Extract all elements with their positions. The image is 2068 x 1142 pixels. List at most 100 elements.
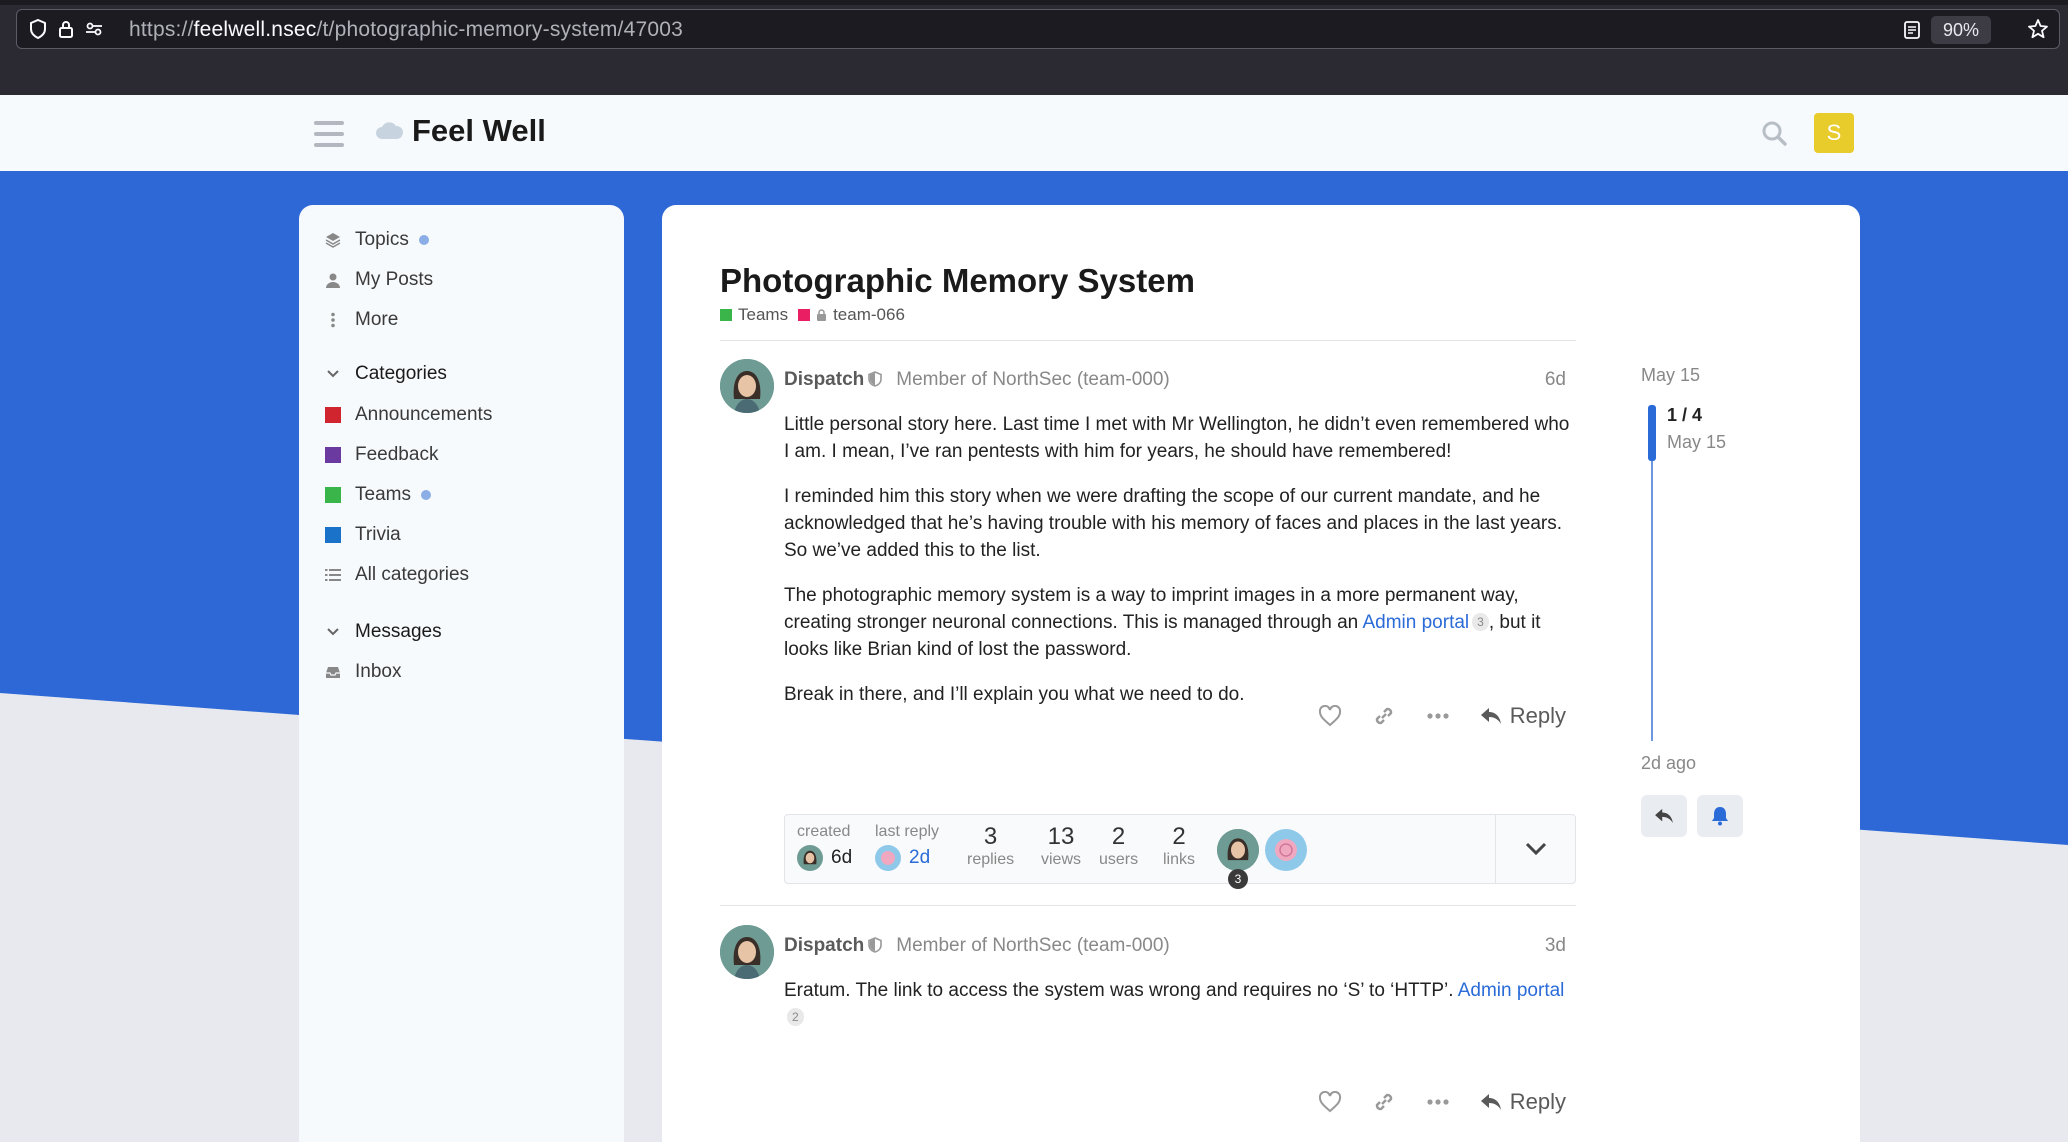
participant-post-count: 3 [1228,869,1248,889]
last-reply-value: 2d [909,847,931,868]
participant-avatar[interactable] [1265,829,1307,871]
notification-level-button[interactable] [1697,795,1743,837]
permissions-icon[interactable] [83,18,105,40]
post-paragraph: I reminded him this story when we were d… [784,486,1563,561]
tracking-shield-icon[interactable] [27,18,49,40]
reply-to-topic-button[interactable] [1641,795,1687,837]
browser-tab-strip [0,0,2068,5]
category-badge-team-066[interactable]: team-066 [798,305,905,325]
user-icon [325,272,341,288]
bell-icon [1712,807,1728,826]
ellipsis-icon[interactable] [1426,1090,1450,1114]
category-swatch [720,309,732,321]
topic-replies: 3 replies [967,823,1015,868]
messages-heading: Messages [355,621,442,642]
topic-users: 2 users [1099,823,1139,868]
topic-last-reply[interactable]: last reply 2d [875,823,939,871]
sidebar-item-label: All categories [355,564,470,585]
sidebar-item-trivia[interactable]: Trivia [325,520,401,550]
timeline-handle[interactable] [1648,405,1656,461]
topic-map: created 6d last reply 2d 3 replies 13 vi… [784,814,1576,889]
chevron-down-icon [325,366,341,382]
post-paragraph: Eratum. The link to access the system wa… [784,980,1565,1026]
timeline-start-date[interactable]: May 15 [1641,365,1761,386]
chevron-down-icon[interactable] [1495,815,1575,883]
category-label: Teams [738,305,789,324]
search-icon[interactable] [1760,119,1788,147]
reply-button[interactable]: Reply [1480,1089,1566,1115]
category-swatch [325,407,341,423]
cloud-icon [376,122,404,139]
admin-portal-link[interactable]: Admin portal [1458,980,1565,1001]
categories-section-toggle[interactable]: Categories [325,359,447,389]
browser-toolbar: https://feelwell.nsec/t/photographic-mem… [0,0,2068,95]
sidebar-item-all-categories[interactable]: All categories [325,560,469,590]
last-replier-avatar [875,845,901,871]
author-avatar[interactable] [720,925,774,979]
address-bar[interactable]: https://feelwell.nsec/t/photographic-mem… [16,9,2060,49]
messages-section-toggle[interactable]: Messages [325,617,442,647]
link-click-count: 3 [1472,613,1489,631]
ellipsis-icon[interactable] [1426,704,1450,728]
vertical-ellipsis-icon [325,312,341,328]
reply-button[interactable]: Reply [1480,703,1566,729]
last-reply-label: last reply [875,823,940,840]
reply-icon [1480,708,1501,724]
timeline-end-date[interactable]: 2d ago [1641,753,1696,774]
post-user-flair: Member of NorthSec (team-000) [896,935,1170,956]
sidebar-item-label: Inbox [355,661,402,682]
topic-category-badges: Teams team-066 [720,305,905,325]
bookmark-star-icon[interactable] [2027,18,2049,40]
link-icon[interactable] [1372,704,1396,728]
sidebar-item-topics[interactable]: Topics [325,225,429,255]
site-logo[interactable]: Feel Well [374,113,546,149]
reply-label: Reply [1509,1089,1566,1114]
admin-portal-link[interactable]: Admin portal [1362,612,1469,633]
hamburger-icon[interactable] [314,121,344,147]
topic-created[interactable]: created 6d [797,823,852,871]
new-content-dot [418,235,429,245]
topic-title[interactable]: Photographic Memory System [720,262,1195,300]
moderator-shield-icon [868,371,883,387]
author-avatar[interactable] [720,359,774,413]
page-viewport: Feel Well S Topics My Posts More Categor… [0,95,2068,1142]
user-avatar[interactable]: S [1814,113,1854,153]
lock-icon[interactable] [55,18,77,40]
sidebar-item-inbox[interactable]: Inbox [325,657,401,687]
topic-timeline: May 15 1 / 4 May 15 2d ago [1641,365,1761,837]
post-date[interactable]: 3d [1545,935,1566,957]
post-actions: Reply [1318,1085,1566,1119]
topic-container: Photographic Memory System Teams team-06… [662,205,1860,1142]
categories-heading: Categories [355,363,447,384]
post-date[interactable]: 6d [1545,369,1566,391]
sidebar-item-teams[interactable]: Teams [325,480,431,510]
category-swatch [798,309,811,321]
site-header: Feel Well S [0,95,2068,171]
post-username[interactable]: Dispatch [784,369,864,390]
layers-icon [325,232,341,248]
sidebar-item-announcements[interactable]: Announcements [325,400,492,430]
reader-view-icon[interactable] [1901,19,1923,41]
link-icon[interactable] [1372,1090,1396,1114]
heart-icon[interactable] [1318,704,1342,728]
sidebar-item-feedback[interactable]: Feedback [325,440,438,470]
created-label: created [797,823,851,840]
sidebar-item-my-posts[interactable]: My Posts [325,265,433,295]
sidebar-item-more[interactable]: More [325,305,398,335]
participant-avatar[interactable] [1217,829,1259,871]
category-badge-teams[interactable]: Teams [720,305,788,325]
heart-icon[interactable] [1318,1090,1342,1114]
lock-icon [817,309,827,321]
url-text[interactable]: https://feelwell.nsec/t/photographic-mem… [129,18,683,42]
created-value: 6d [831,847,853,868]
post-meta: Dispatch Member of NorthSec (team-000) 6d [784,369,1576,395]
category-swatch [325,487,341,503]
new-content-dot [420,490,431,500]
post: Dispatch Member of NorthSec (team-000) 3d… [720,925,1576,1142]
reply-icon [1480,1094,1501,1110]
category-label: team-066 [833,305,905,324]
zoom-level-button[interactable]: 90% [1930,16,1991,44]
post-username[interactable]: Dispatch [784,935,864,956]
link-click-count: 2 [787,1008,804,1026]
chevron-down-icon [325,624,341,640]
